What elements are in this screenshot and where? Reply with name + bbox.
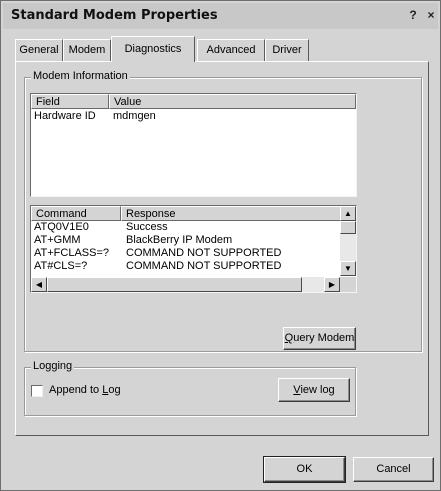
list-header: Field Value <box>31 94 356 109</box>
tab-diagnostics[interactable]: Diagnostics <box>111 36 195 62</box>
command-cell: AT#CLS=? <box>34 260 88 272</box>
append-label-text: Append to <box>49 384 103 396</box>
response-cell: BlackBerry IP Modem <box>126 234 233 246</box>
command-cell: AT+GMM <box>34 234 81 246</box>
tab-advanced[interactable]: Advanced <box>197 39 265 61</box>
modem-properties-dialog: Standard Modem Properties ? × General Mo… <box>0 0 441 491</box>
ok-button[interactable]: OK <box>263 456 346 483</box>
scrollbar-corner <box>340 277 356 292</box>
view-log-button[interactable]: View log <box>278 378 350 402</box>
vertical-scrollbar[interactable]: ▲ ▼ <box>340 206 356 276</box>
horizontal-scroll-thumb[interactable] <box>47 277 302 292</box>
cancel-button[interactable]: Cancel <box>353 457 434 482</box>
modem-information-group: Modem Information Field Value Hardware I… <box>24 70 422 352</box>
table-row[interactable]: AT#CLS=? COMMAND NOT SUPPORTED <box>31 260 341 273</box>
horizontal-scrollbar[interactable]: ◀ ▶ <box>31 277 340 292</box>
response-cell: Success <box>126 221 168 233</box>
table-row[interactable]: AT+GMM BlackBerry IP Modem <box>31 234 341 247</box>
response-cell: COMMAND NOT SUPPORTED <box>126 247 282 259</box>
list-item[interactable]: Hardware ID mdmgen <box>31 110 356 123</box>
scroll-left-icon[interactable]: ◀ <box>31 277 47 292</box>
scroll-down-icon[interactable]: ▼ <box>340 261 356 276</box>
response-cell: COMMAND NOT SUPPORTED <box>126 260 282 272</box>
column-header-command[interactable]: Command <box>31 206 121 221</box>
title-bar[interactable]: Standard Modem Properties ? × <box>3 3 438 29</box>
command-cell: ATQ0V1E0 <box>34 221 89 233</box>
append-label-text-end: og <box>108 384 121 396</box>
scroll-up-icon[interactable]: ▲ <box>340 206 356 221</box>
query-modem-label: uery Modem <box>293 332 355 344</box>
column-header-response[interactable]: Response <box>121 206 341 221</box>
help-icon[interactable]: ? <box>405 8 421 23</box>
diagnostics-panel: Modem Information Field Value Hardware I… <box>15 61 429 436</box>
hardware-info-list[interactable]: Field Value Hardware ID mdmgen <box>30 93 357 197</box>
scroll-right-icon[interactable]: ▶ <box>324 277 340 292</box>
query-modem-accel: Q <box>284 332 294 344</box>
list-header: Command Response <box>31 206 341 221</box>
table-row[interactable]: ATQ0V1E0 Success <box>31 221 341 234</box>
group-label-logging: Logging <box>31 360 75 372</box>
logging-group: Logging Append to Log View log <box>24 360 356 416</box>
value-cell: mdmgen <box>113 110 156 122</box>
close-icon[interactable]: × <box>423 8 439 23</box>
tab-general[interactable]: General <box>15 39 63 61</box>
column-header-value[interactable]: Value <box>109 94 356 109</box>
tab-modem[interactable]: Modem <box>63 39 111 61</box>
column-header-field[interactable]: Field <box>31 94 109 109</box>
command-cell: AT+FCLASS=? <box>34 247 109 259</box>
table-row[interactable]: AT+FCLASS=? COMMAND NOT SUPPORTED <box>31 247 341 260</box>
group-label-modem-information: Modem Information <box>31 70 130 82</box>
view-log-label: iew log <box>300 384 335 396</box>
vertical-scroll-thumb[interactable] <box>340 221 356 234</box>
command-response-list[interactable]: Command Response ATQ0V1E0 Success AT+GMM… <box>30 205 357 293</box>
window-title: Standard Modem Properties <box>11 8 218 23</box>
append-to-log-checkbox[interactable] <box>31 385 43 397</box>
query-modem-button[interactable]: Query Modem <box>283 327 356 350</box>
field-cell: Hardware ID <box>34 110 96 122</box>
tab-driver[interactable]: Driver <box>265 39 309 61</box>
append-to-log-label[interactable]: Append to Log <box>49 384 121 396</box>
